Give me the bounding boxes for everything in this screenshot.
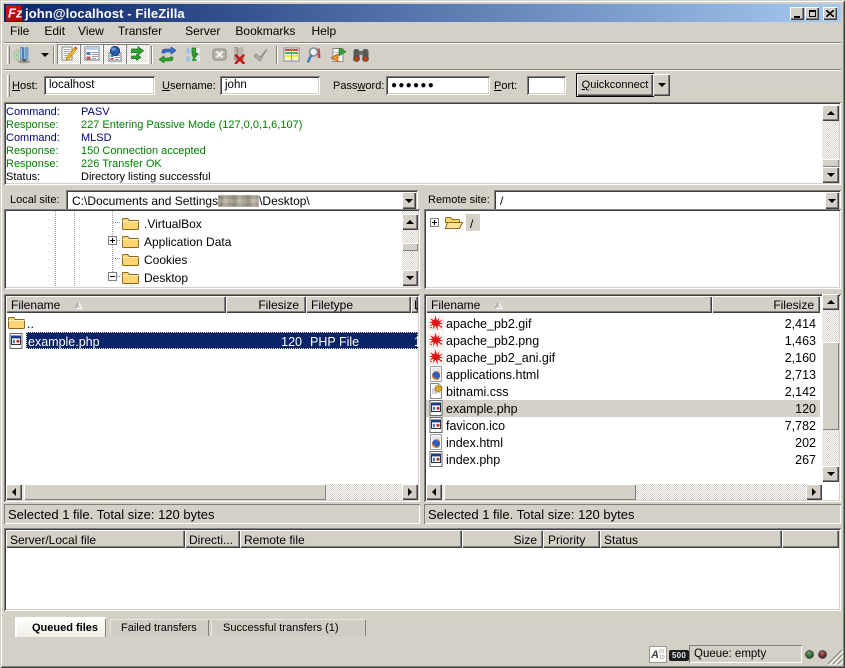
svg-text:A: A [650, 649, 659, 661]
svg-text:10: 10 [659, 655, 665, 661]
svg-text:Fz: Fz [8, 6, 22, 21]
